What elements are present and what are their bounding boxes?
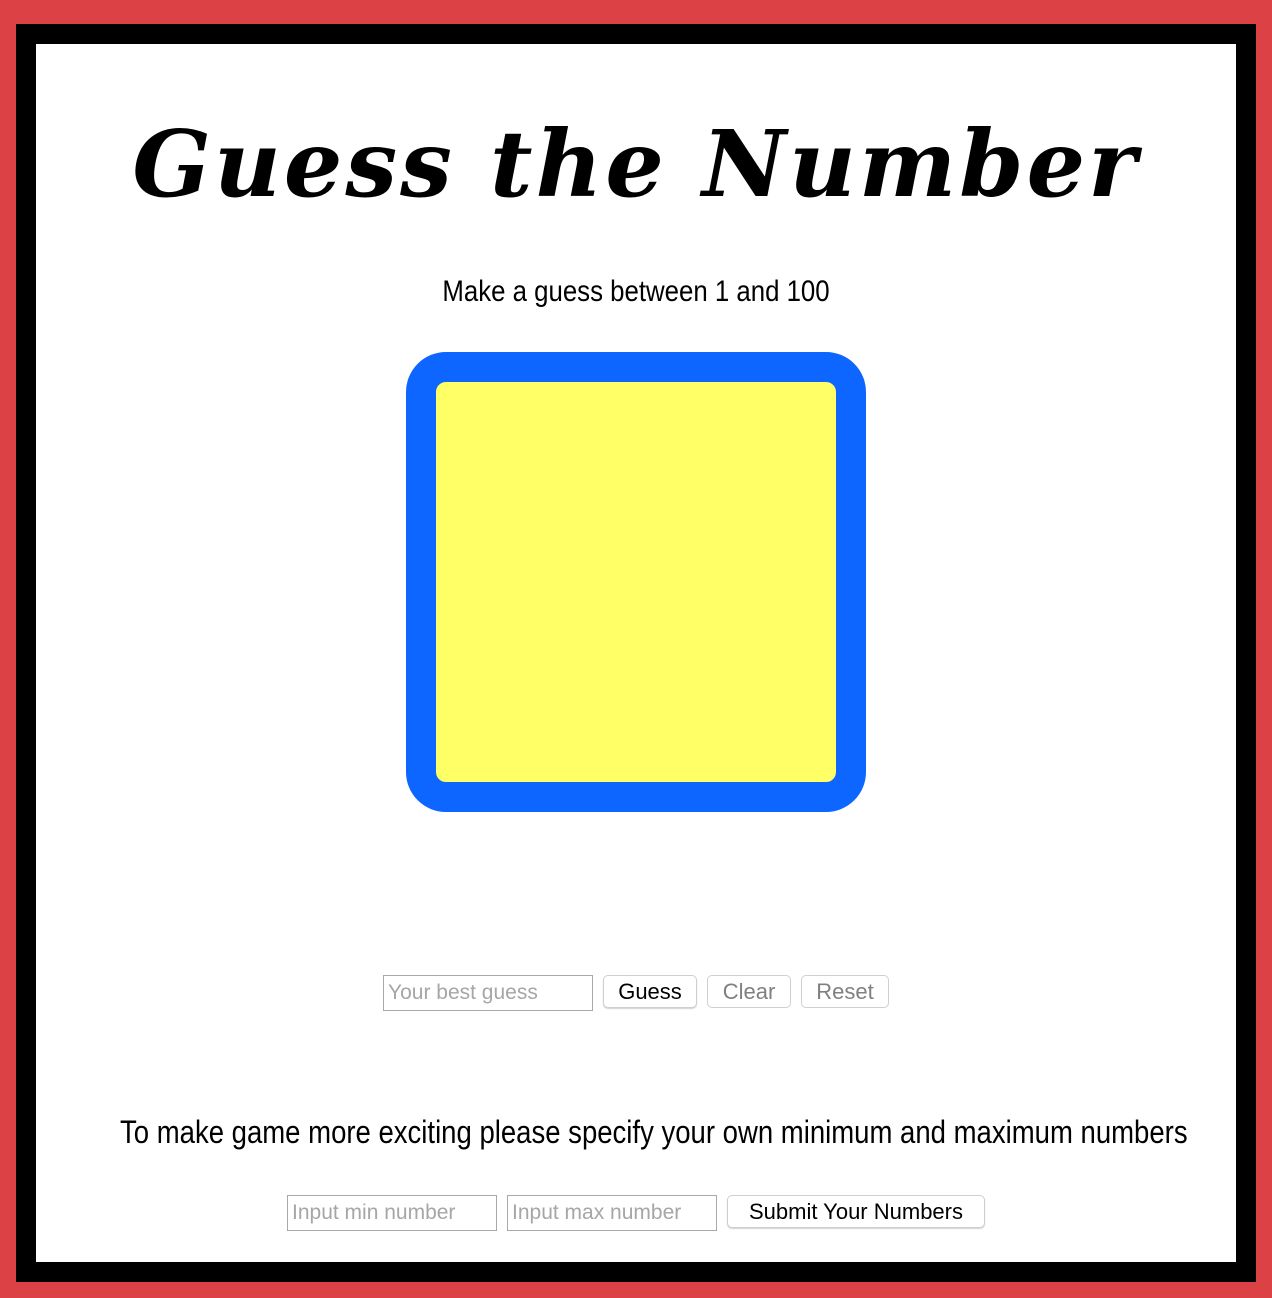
- min-number-input[interactable]: [287, 1195, 497, 1231]
- guess-input[interactable]: [383, 975, 593, 1011]
- guess-button[interactable]: Guess: [603, 975, 697, 1008]
- clear-button[interactable]: Clear: [707, 975, 791, 1008]
- submit-numbers-button[interactable]: Submit Your Numbers: [727, 1195, 985, 1228]
- instruction-text: Make a guess between 1 and 100: [442, 275, 830, 308]
- max-number-input[interactable]: [507, 1195, 717, 1231]
- number-display-area: [436, 382, 836, 782]
- range-prompt: To make game more exciting please specif…: [120, 1114, 1188, 1150]
- game-page: Guess the Number Make a guess between 1 …: [36, 44, 1236, 1262]
- number-display-box: [406, 352, 866, 812]
- page-title: Guess the Number: [132, 110, 1140, 218]
- reset-button[interactable]: Reset: [801, 975, 889, 1008]
